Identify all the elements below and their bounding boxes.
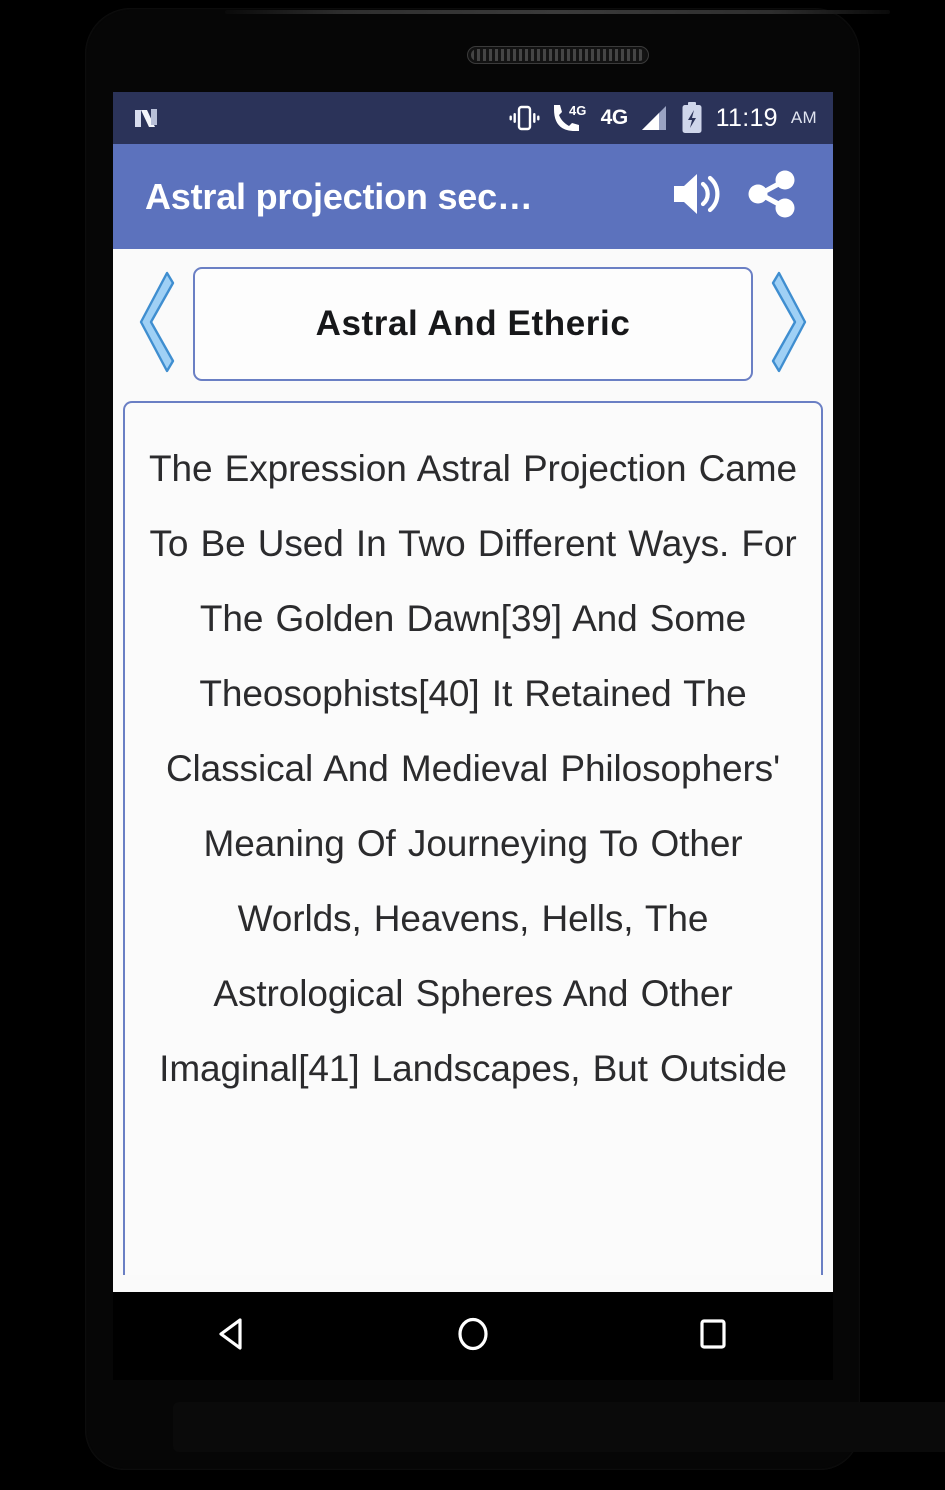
status-clock-period: AM	[790, 108, 817, 127]
status-clock: 11:19	[715, 103, 778, 132]
home-circle-icon	[452, 1313, 494, 1360]
phone-screen: 4G 4G 11:19 AM Astral projection sec… As…	[113, 92, 833, 1292]
nav-home-button[interactable]	[418, 1301, 528, 1371]
chapter-navigation: Astral And Etheric	[113, 249, 833, 391]
call-4g-icon: 4G	[550, 102, 590, 134]
text-to-speech-button[interactable]	[661, 160, 735, 234]
nav-back-button[interactable]	[178, 1301, 288, 1371]
status-bar-right: 4G 4G 11:19 AM	[508, 101, 817, 135]
back-triangle-icon	[212, 1313, 254, 1360]
frame-top-edge	[225, 10, 890, 14]
app-bar: Astral projection sec…	[113, 144, 833, 249]
android-nougat-n-icon	[129, 101, 163, 135]
battery-charging-icon	[680, 101, 704, 135]
chevron-left-icon	[133, 269, 179, 380]
content-card[interactable]: The Expression Astral Projection Came To…	[123, 401, 823, 1275]
chapter-title-box[interactable]: Astral And Etheric	[193, 267, 753, 381]
share-button[interactable]	[735, 160, 809, 234]
status-bar: 4G 4G 11:19 AM	[113, 92, 833, 144]
status-bar-left	[129, 101, 508, 135]
chapter-title: Astral And Etheric	[315, 304, 631, 343]
vibrate-icon	[508, 102, 541, 134]
page-title: Astral projection sec…	[145, 175, 533, 217]
volume-speaker-icon	[670, 168, 726, 225]
network-type-label: 4G	[600, 106, 629, 129]
chevron-right-icon	[767, 269, 813, 380]
nav-recents-button[interactable]	[658, 1301, 768, 1371]
svg-text:4G: 4G	[569, 103, 586, 118]
signal-icon	[639, 102, 671, 134]
chapter-body-text: The Expression Astral Projection Came To…	[149, 448, 797, 1089]
previous-chapter-button[interactable]	[125, 269, 187, 379]
share-icon	[745, 167, 799, 226]
next-chapter-button[interactable]	[759, 269, 821, 379]
recents-square-icon	[692, 1313, 734, 1360]
earpiece-speaker	[467, 46, 649, 64]
android-navigation-bar	[113, 1292, 833, 1380]
earpiece-mesh	[471, 49, 645, 61]
bottom-speaker-grille	[173, 1402, 945, 1452]
